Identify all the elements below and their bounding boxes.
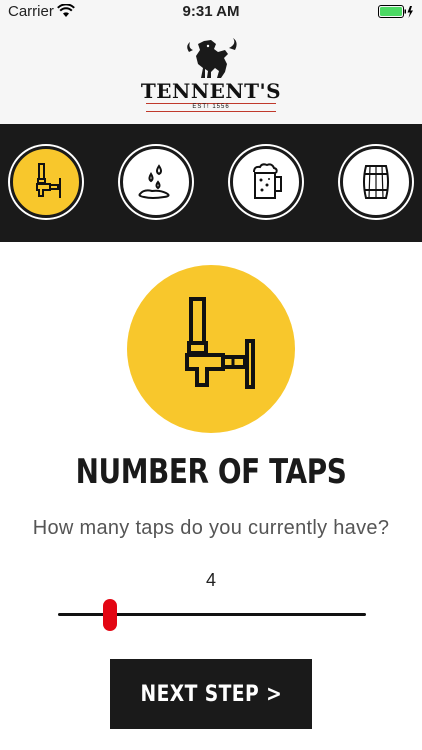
battery-icon [378,5,414,19]
step-glass[interactable] [230,146,302,218]
beer-mug-icon [253,163,282,199]
next-step-button[interactable]: NEXT STEP > [110,659,312,729]
slider-value: 4 [205,570,216,590]
page-title: NUMBER OF TAPS [75,452,347,492]
brand-tagline: EST! 1556 [192,104,230,110]
tap-icon [36,163,61,198]
status-time: 9:31 AM [182,3,240,20]
tap-icon [185,297,255,389]
steps-bar [0,124,422,242]
next-step-label: NEXT STEP > [140,681,282,707]
lion-logo-icon [0,38,422,85]
step-taps[interactable] [10,146,82,218]
step-water[interactable] [120,146,192,218]
question-text: How many taps do you currently have? [32,517,390,539]
water-drops-icon [138,164,170,199]
brand-logo-text: TENNENT'S [140,79,282,103]
logo-rule [146,111,276,112]
app-header: TENNENT'S EST! 1556 [0,24,422,124]
step-barrel[interactable] [340,146,412,218]
taps-illustration [127,265,295,433]
status-bar: Carrier 9:31 AM [0,0,422,24]
barrel-icon [363,165,389,199]
taps-slider-thumb[interactable] [103,599,117,631]
